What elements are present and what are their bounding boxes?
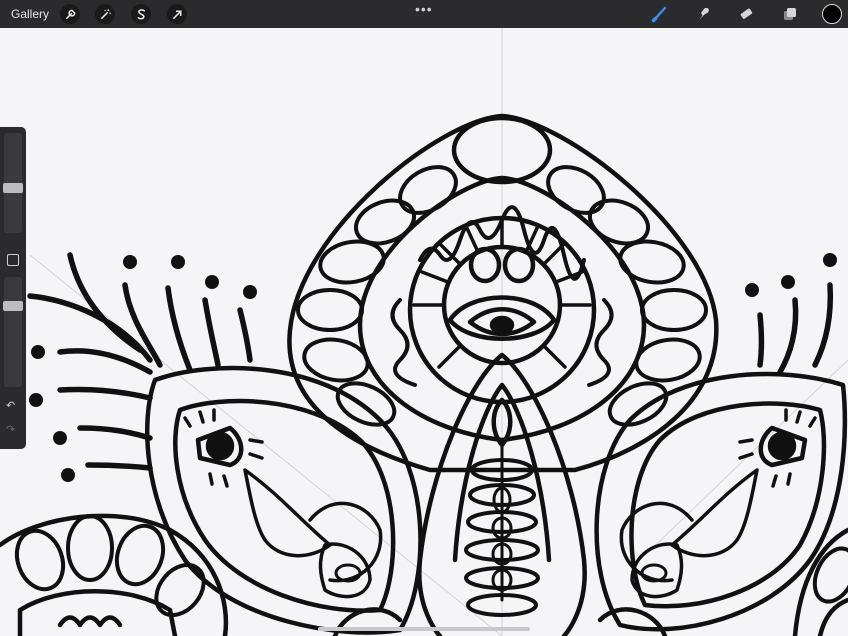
color-picker[interactable] bbox=[822, 4, 842, 24]
transform-arrow-icon bbox=[172, 10, 181, 19]
top-toolbar: Gallery ••• bbox=[0, 0, 848, 28]
actions-button[interactable] bbox=[60, 4, 80, 24]
brush-icon bbox=[651, 6, 667, 23]
opacity-slider[interactable] bbox=[4, 277, 22, 387]
wrench-icon bbox=[65, 9, 75, 19]
drawing-canvas[interactable] bbox=[0, 28, 848, 636]
redo-icon[interactable]: ↷ bbox=[6, 425, 15, 436]
adjustments-button[interactable] bbox=[95, 4, 115, 24]
eraser-tool[interactable] bbox=[736, 4, 756, 24]
layers-tool[interactable] bbox=[780, 4, 800, 24]
brush-size-thumb[interactable] bbox=[3, 182, 23, 193]
more-options[interactable]: ••• bbox=[415, 1, 433, 17]
eraser-icon bbox=[740, 8, 753, 19]
brush-tool[interactable] bbox=[650, 4, 670, 24]
opacity-thumb[interactable] bbox=[3, 301, 23, 311]
home-indicator bbox=[318, 627, 530, 631]
selection-icon bbox=[137, 8, 145, 19]
smudge-icon bbox=[699, 7, 709, 20]
smudge-tool[interactable] bbox=[694, 4, 714, 24]
magic-wand-icon bbox=[100, 8, 111, 19]
gallery-button[interactable]: Gallery bbox=[11, 7, 49, 21]
transform-button[interactable] bbox=[167, 4, 187, 24]
left-sidebar: ↶ ↷ bbox=[0, 127, 26, 449]
undo-icon[interactable]: ↶ bbox=[6, 401, 15, 412]
selection-button[interactable] bbox=[131, 4, 151, 24]
modify-button[interactable] bbox=[7, 254, 19, 266]
layers-icon bbox=[784, 8, 796, 20]
